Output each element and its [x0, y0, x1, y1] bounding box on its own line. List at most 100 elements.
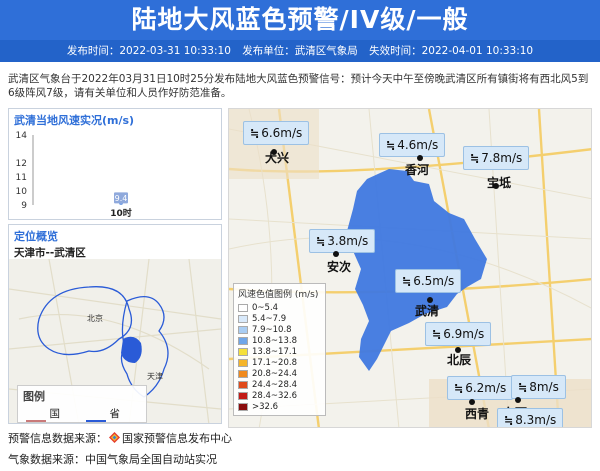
station-wind-label[interactable]: ≒ 3.8m/s	[309, 229, 376, 253]
wind-legend-label: >32.6	[252, 401, 279, 412]
station-wind-label[interactable]: ≒ 4.6m/s	[379, 133, 446, 157]
warning-title: 陆地大风蓝色预警/IV级/一般	[0, 0, 600, 40]
wind-legend-label: 7.9~10.8	[252, 324, 292, 335]
wind-legend-title: 风速色值图例 (m/s)	[238, 290, 319, 300]
station-city-name[interactable]: 安次	[327, 258, 351, 275]
station-wind-value: 3.8m/s	[327, 234, 369, 248]
warning-meta: 发布时间：2022-03-31 10:33:10 发布单位：武清区气象局 失效时…	[0, 40, 600, 62]
wind-speed-panel: 武清当地风速实况(m/s) 14 12 11 10 9 9.4 10时	[8, 108, 222, 220]
wind-speed-chart: 14 12 11 10 9 9.4 10时	[16, 131, 132, 219]
station-marker[interactable]	[271, 149, 277, 155]
station-city-name[interactable]: 北辰	[447, 351, 471, 368]
source-label: 预警信息数据来源：	[8, 432, 107, 445]
wind-icon: ≒	[316, 235, 326, 248]
wind-legend-row: 13.8~17.1	[238, 346, 321, 357]
station-wind-label[interactable]: ≒ 7.8m/s	[463, 146, 530, 170]
station-wind-label[interactable]: ≒ 6.9m/s	[425, 322, 492, 346]
station-wind-value: 4.6m/s	[397, 138, 439, 152]
y-tick-label: 12	[16, 159, 27, 169]
wind-legend-label: 13.8~17.1	[252, 346, 297, 357]
station-marker[interactable]	[333, 251, 339, 257]
station-wind-label[interactable]: ≒ 6.5m/s	[395, 269, 462, 293]
wind-legend-label: 28.4~32.6	[252, 390, 297, 401]
wind-legend-label: 24.4~28.4	[252, 379, 297, 390]
wind-legend-row: 5.4~7.9	[238, 313, 321, 324]
wind-legend-swatch	[238, 391, 248, 400]
legend-label: 省界	[109, 408, 121, 420]
wind-legend-swatch	[238, 347, 248, 356]
legend-title: 图例	[23, 390, 45, 403]
wind-map[interactable]: 风速色值图例 (m/s) 0~5.4 5.4~7.9 7.9~10.8 10.8~13…	[228, 108, 592, 428]
warning-description: 武清区气象台于2022年03月31日10时25分发布陆地大风蓝色预警信号：预计今…	[8, 73, 589, 99]
expire-time: 失效时间：2022-04-01 10:33:10	[369, 45, 534, 57]
wind-legend-swatch	[238, 369, 248, 378]
wind-legend-label: 5.4~7.9	[252, 313, 287, 324]
wind-legend-label: 10.8~13.8	[252, 335, 297, 346]
wind-color-legend: 风速色值图例 (m/s) 0~5.4 5.4~7.9 7.9~10.8 10.8~13…	[233, 283, 326, 416]
wind-legend-swatch	[238, 336, 248, 345]
station-wind-value: 6.6m/s	[261, 126, 303, 140]
location-panel: 定位概览 天津市--武清区 北京 天津 图例 国界省界	[8, 224, 222, 424]
location-panel-title: 定位概览	[14, 230, 58, 243]
station-wind-label[interactable]: ≒ 6.2m/s	[447, 376, 514, 400]
station-marker[interactable]	[427, 297, 433, 303]
station-marker[interactable]	[515, 397, 521, 403]
wind-legend-swatch	[238, 303, 248, 312]
map-label-tianjin: 天津	[147, 371, 163, 381]
station-marker[interactable]	[493, 183, 499, 189]
station-wind-value: 7.8m/s	[481, 151, 523, 165]
wind-legend-row: 0~5.4	[238, 302, 321, 313]
weather-source: 气象数据来源：中国气象局全国自动站实况	[8, 453, 217, 466]
map-label-beijing: 北京	[87, 313, 103, 323]
source-line: 预警信息数据来源： 国家预警信息发布中心	[8, 430, 232, 446]
wind-legend-label: 20.8~24.4	[252, 368, 297, 379]
legend-row: 国界 省界	[18, 406, 146, 423]
wind-icon: ≒	[432, 328, 442, 341]
publish-time: 发布时间：2022-03-31 10:33:10	[66, 45, 231, 57]
station-wind-label[interactable]: ≒ 6.6m/s	[243, 121, 310, 145]
station-wind-label[interactable]: ≒ 8m/s	[511, 375, 566, 399]
x-tick-label: 10时	[110, 207, 132, 219]
station-city-name[interactable]: 香河	[405, 161, 429, 178]
station-wind-label[interactable]: ≒ 8.3m/s	[497, 408, 564, 427]
wind-icon: ≒	[518, 381, 528, 394]
boundary-legend: 图例 国界 省界	[17, 385, 147, 423]
station-wind-value: 8m/s	[529, 380, 559, 394]
wind-icon: ≒	[386, 139, 396, 152]
wind-legend-row: 20.8~24.4	[238, 368, 321, 379]
station-city-name[interactable]: 西青	[465, 405, 489, 422]
wind-legend-swatch	[238, 380, 248, 389]
wind-legend-row: 7.9~10.8	[238, 324, 321, 335]
data-label: 9.4	[115, 194, 128, 203]
y-tick-label: 14	[16, 131, 28, 141]
release-center-logo-icon	[109, 432, 120, 443]
wind-legend-row: >32.6	[238, 401, 321, 412]
station-city-name[interactable]: 武清	[415, 302, 439, 319]
wind-icon: ≒	[470, 152, 480, 165]
wind-legend-row: 10.8~13.8	[238, 335, 321, 346]
source-value: 国家预警信息发布中心	[122, 432, 232, 445]
station-city-name[interactable]: 大兴	[265, 149, 289, 166]
y-tick-label: 9	[21, 201, 27, 211]
wind-legend-row: 17.1~20.8	[238, 357, 321, 368]
station-marker[interactable]	[417, 155, 423, 161]
legend-line-swatch	[26, 420, 46, 422]
wind-icon: ≒	[504, 414, 514, 427]
wind-legend-label: 17.1~20.8	[252, 357, 297, 368]
legend-line-swatch	[86, 420, 106, 422]
wind-legend-row: 28.4~32.6	[238, 390, 321, 401]
station-wind-value: 8.3m/s	[515, 413, 557, 427]
publisher: 发布单位：武清区气象局	[242, 45, 358, 57]
station-wind-value: 6.9m/s	[443, 327, 485, 341]
wind-icon: ≒	[250, 127, 260, 140]
wind-legend-label: 0~5.4	[252, 302, 279, 313]
station-marker[interactable]	[455, 347, 461, 353]
y-tick-label: 11	[16, 173, 27, 183]
wind-legend-swatch	[238, 358, 248, 367]
station-city-name[interactable]: 宝坻	[487, 174, 511, 191]
station-wind-value: 6.2m/s	[465, 381, 507, 395]
station-wind-value: 6.5m/s	[413, 274, 455, 288]
wind-legend-swatch	[238, 402, 248, 411]
station-marker[interactable]	[469, 399, 475, 405]
wind-icon: ≒	[402, 275, 412, 288]
